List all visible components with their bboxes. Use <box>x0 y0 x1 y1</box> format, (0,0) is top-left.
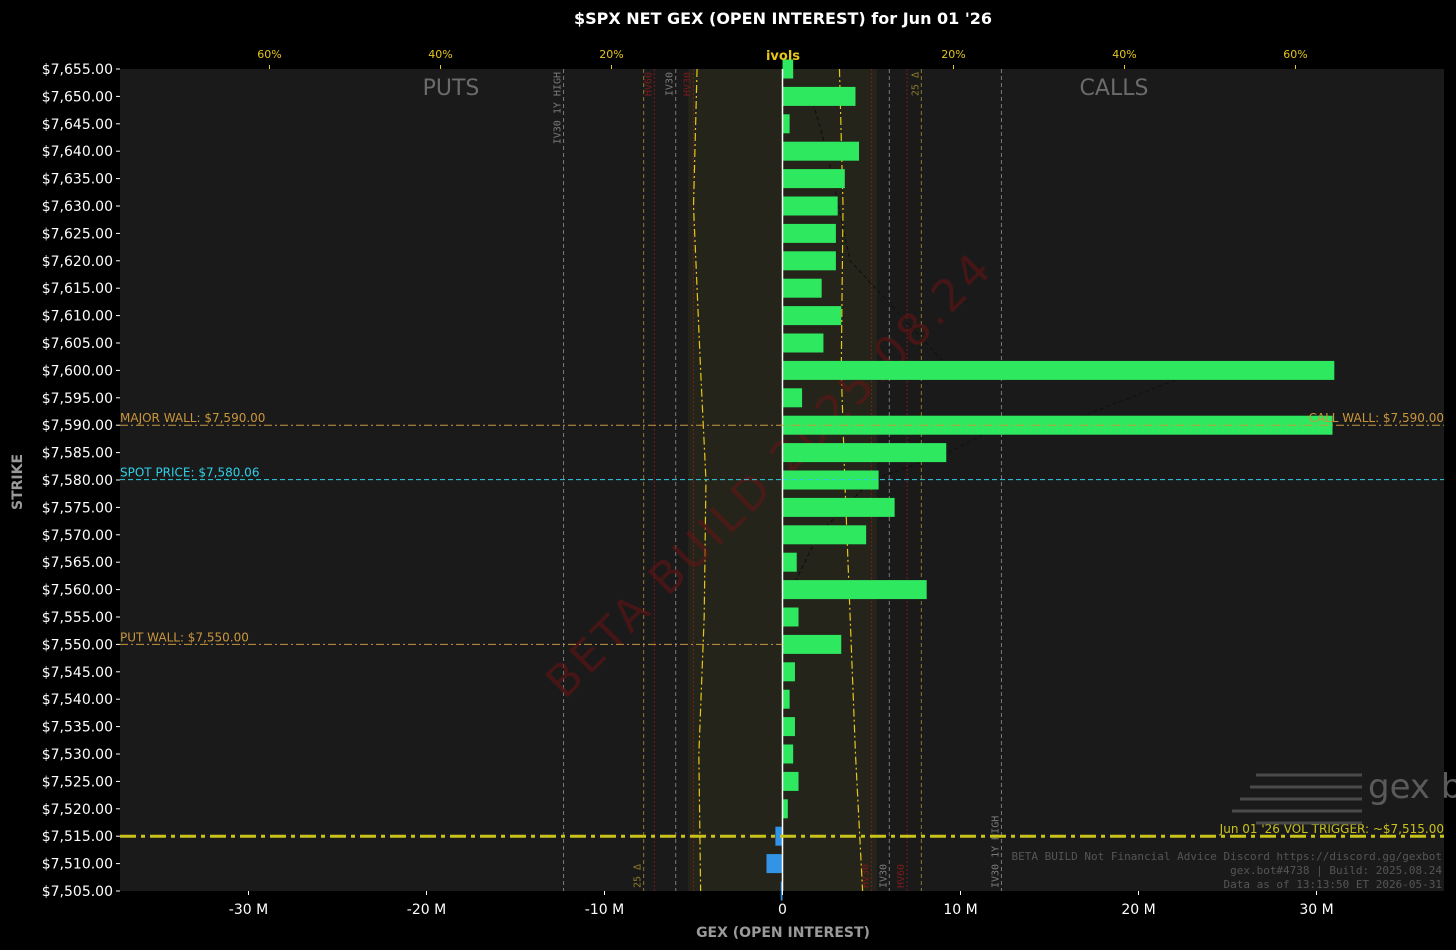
gex-bar-7530 <box>782 744 794 764</box>
gex-bar-7550 <box>782 634 842 654</box>
y-tick-label-7590: $7,590.00 <box>42 418 113 434</box>
gex-bar-7555 <box>782 607 799 627</box>
y-tick-label-7635: $7,635.00 <box>42 172 113 188</box>
x-tick-label-4: 10 M <box>943 902 977 918</box>
gex-bar-7600 <box>782 360 1335 380</box>
vertical-marker-label-0: IV30 1Y HIGH <box>553 72 564 144</box>
gex-bar-7640 <box>782 141 860 161</box>
gex-bar-7645 <box>782 114 790 134</box>
x-tick-label-6: 30 M <box>1299 902 1333 918</box>
y-tick-label-7585: $7,585.00 <box>42 446 113 462</box>
y-tick-label-7505: $7,505.00 <box>42 884 113 900</box>
y-tick-label-7645: $7,645.00 <box>42 117 113 133</box>
y-tick-label-7520: $7,520.00 <box>42 802 113 818</box>
y-tick-label-7575: $7,575.00 <box>42 500 113 516</box>
y-tick-label-7595: $7,595.00 <box>42 391 113 407</box>
y-tick-label-7580: $7,580.00 <box>42 473 113 489</box>
footer-line-3: Data as of 13:13:50 ET 2026-05-31 <box>1223 878 1442 891</box>
gex-bar-7635 <box>782 169 845 189</box>
gex-bar-7620 <box>782 251 836 271</box>
top-tick-label-3: 20% <box>941 48 965 61</box>
gex-bar-7565 <box>782 552 797 572</box>
x-tick-label-2: -10 M <box>585 902 624 918</box>
top-tick-label-5: 60% <box>1283 48 1307 61</box>
y-tick-label-7620: $7,620.00 <box>42 254 113 270</box>
y-tick-label-7600: $7,600.00 <box>42 363 113 379</box>
gex-bar-7535 <box>782 717 795 737</box>
call-wall-label: CALL WALL: $7,590.00 <box>1309 411 1445 425</box>
y-tick-label-7565: $7,565.00 <box>42 555 113 571</box>
vertical-marker-label-3: HV30 <box>683 72 694 96</box>
top-tick-label-1: 40% <box>428 48 452 61</box>
gex-bar-7615 <box>782 278 822 298</box>
y-tick-label-7655: $7,655.00 <box>42 62 113 78</box>
gex-bar-7525 <box>782 771 799 791</box>
y-tick-label-7510: $7,510.00 <box>42 857 113 873</box>
gex-bar-7625 <box>782 223 836 243</box>
footer-line-1: BETA BUILD Not Financial Advice Discord … <box>1012 850 1442 863</box>
x-tick-label-1: -20 M <box>407 902 446 918</box>
y-tick-label-7570: $7,570.00 <box>42 528 113 544</box>
vertical-marker-label-9: IV30 1Y HIGH <box>990 816 1001 888</box>
y-tick-label-7610: $7,610.00 <box>42 309 113 325</box>
y-tick-label-7650: $7,650.00 <box>42 89 113 105</box>
x-tick-label-0: -30 M <box>229 902 268 918</box>
vertical-marker-label-7: HV60 <box>896 864 907 888</box>
y-tick-label-7545: $7,545.00 <box>42 665 113 681</box>
y-tick-label-7550: $7,550.00 <box>42 637 113 653</box>
spot-price-label: SPOT PRICE: $7,580.06 <box>120 466 259 480</box>
gex-chart: $SPX NET GEX (OPEN INTEREST) for Jun 01 … <box>0 0 1456 950</box>
gex-bar-7595 <box>782 388 803 408</box>
y-tick-label-7625: $7,625.00 <box>42 226 113 242</box>
gex-bar-7610 <box>782 306 842 326</box>
gex-bar-7650 <box>782 86 856 106</box>
gex-bar-7575 <box>782 497 895 517</box>
gex-bar-7585 <box>782 443 947 463</box>
top-tick-label-2: 20% <box>599 48 623 61</box>
y-tick-label-7605: $7,605.00 <box>42 336 113 352</box>
gex-bar-7630 <box>782 196 838 216</box>
top-axis-label: ivols <box>766 49 800 64</box>
logo-text: gex bot <box>1368 767 1456 807</box>
x-tick-label-3: 0 <box>778 902 787 918</box>
major-wall-label: MAJOR WALL: $7,590.00 <box>120 411 265 425</box>
x-axis-label: GEX (OPEN INTEREST) <box>696 925 870 941</box>
y-tick-label-7630: $7,630.00 <box>42 199 113 215</box>
y-tick-label-7530: $7,530.00 <box>42 747 113 763</box>
gex-bar-7520 <box>782 799 788 819</box>
y-tick-label-7560: $7,560.00 <box>42 583 113 599</box>
gex-bar-7545 <box>782 662 795 682</box>
y-tick-label-7640: $7,640.00 <box>42 144 113 160</box>
y-tick-label-7515: $7,515.00 <box>42 829 113 845</box>
gex-bar-7570 <box>782 525 867 545</box>
gex-bar-7560 <box>782 580 927 600</box>
vertical-marker-label-6: IV30 <box>878 864 889 888</box>
y-tick-label-7540: $7,540.00 <box>42 692 113 708</box>
vertical-marker-label-1: HV60 <box>643 72 654 96</box>
footer-line-2: gex.bot#4738 | Build: 2025.08.24 <box>1230 864 1442 877</box>
x-tick-label-5: 20 M <box>1121 902 1155 918</box>
vertical-marker-label-2: IV30 <box>665 72 676 96</box>
y-tick-label-7535: $7,535.00 <box>42 720 113 736</box>
gex-bar-7605 <box>782 333 824 353</box>
top-tick-label-0: 60% <box>257 48 281 61</box>
gex-bar-7510 <box>766 854 783 874</box>
gex-bar-7590 <box>782 415 1333 435</box>
top-tick-label-4: 40% <box>1112 48 1136 61</box>
gex-bar-7540 <box>782 689 790 709</box>
y-axis-label: STRIKE <box>10 454 26 510</box>
calls-section-label: CALLS <box>1080 76 1149 101</box>
put-wall-label: PUT WALL: $7,550.00 <box>120 630 249 644</box>
y-tick-label-7555: $7,555.00 <box>42 610 113 626</box>
y-tick-label-7615: $7,615.00 <box>42 281 113 297</box>
y-tick-label-7525: $7,525.00 <box>42 774 113 790</box>
vertical-marker-label-4: 25 Δ <box>633 864 644 888</box>
vertical-marker-label-8: 25 Δ <box>910 72 921 96</box>
chart-title: $SPX NET GEX (OPEN INTEREST) for Jun 01 … <box>574 9 992 28</box>
puts-section-label: PUTS <box>423 76 480 101</box>
